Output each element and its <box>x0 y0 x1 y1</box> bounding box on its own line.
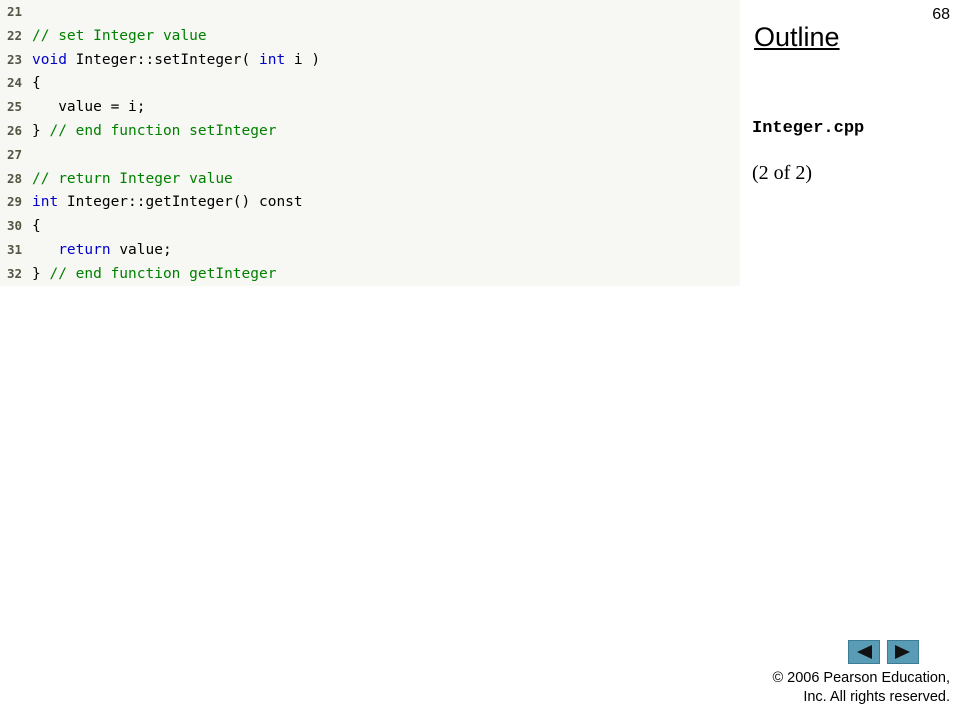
code-token: } <box>32 123 50 139</box>
code-line: 32} // end function getInteger <box>0 262 277 285</box>
code-token: Integer::setInteger( <box>66 51 259 68</box>
code-token: // end function setInteger <box>49 123 277 139</box>
line-number: 24 <box>6 75 22 91</box>
line-number: 21 <box>6 4 22 19</box>
copyright-line-1: © 2006 Pearson Education, <box>772 670 950 686</box>
copyright-notice: © 2006 Pearson Education, Inc. All right… <box>772 669 950 707</box>
code-token: } <box>32 265 50 282</box>
code-line: 22 // set Integer value <box>0 24 207 47</box>
code-line: 28 // return Integer value <box>0 167 233 190</box>
code-line: 23 void Integer::setInteger( int i ) <box>0 48 320 71</box>
triangle-left-icon <box>857 645 872 659</box>
code-token: // end function getInteger <box>49 265 277 282</box>
triangle-right-icon <box>895 645 910 659</box>
code-token: { <box>32 218 41 235</box>
line-number: 27 <box>6 146 22 162</box>
line-number: 28 <box>6 170 22 186</box>
next-slide-button[interactable] <box>887 640 919 664</box>
code-line: 29 int Integer::getInteger() const <box>0 190 303 213</box>
line-number: 26 <box>6 123 22 138</box>
line-number: 32 <box>6 265 22 281</box>
code-line: 27 <box>0 143 32 166</box>
code-line: 21 <box>0 0 32 23</box>
code-token: // set Integer value <box>32 27 207 44</box>
code-token: { <box>32 75 41 92</box>
code-token: value = i; <box>32 99 146 116</box>
page-part-label: (2 of 2) <box>752 162 812 184</box>
previous-slide-button[interactable] <box>848 640 880 664</box>
code-token: int <box>258 51 286 68</box>
code-token: int <box>32 194 59 211</box>
line-number: 30 <box>6 218 22 234</box>
code-token: value; <box>110 242 172 258</box>
code-line: 26} // end function setInteger <box>0 119 277 142</box>
code-listing: 2122 // set Integer value23 void Integer::… <box>0 0 740 286</box>
code-token: Integer::getInteger() const <box>58 194 303 211</box>
code-line: 25 value = i; <box>0 95 146 118</box>
code-token: void <box>32 51 67 68</box>
outline-title: Outline <box>754 22 840 52</box>
line-number: 22 <box>6 27 22 43</box>
slide-number: 68 <box>932 6 950 23</box>
code-line: 24 { <box>0 71 41 94</box>
code-line: 30 { <box>0 214 41 237</box>
line-number: 31 <box>6 242 22 257</box>
file-name: Integer.cpp <box>752 119 865 138</box>
code-token: return <box>58 242 111 258</box>
line-number: 25 <box>6 99 22 115</box>
copyright-line-2: Inc. All rights reserved. <box>803 689 950 705</box>
line-number: 23 <box>6 51 22 67</box>
line-number: 29 <box>6 194 22 210</box>
code-token: // return Integer value <box>32 170 233 187</box>
code-line: 31 return value; <box>0 238 172 261</box>
slide-navigation <box>848 640 919 664</box>
code-token: i ) <box>285 51 321 68</box>
